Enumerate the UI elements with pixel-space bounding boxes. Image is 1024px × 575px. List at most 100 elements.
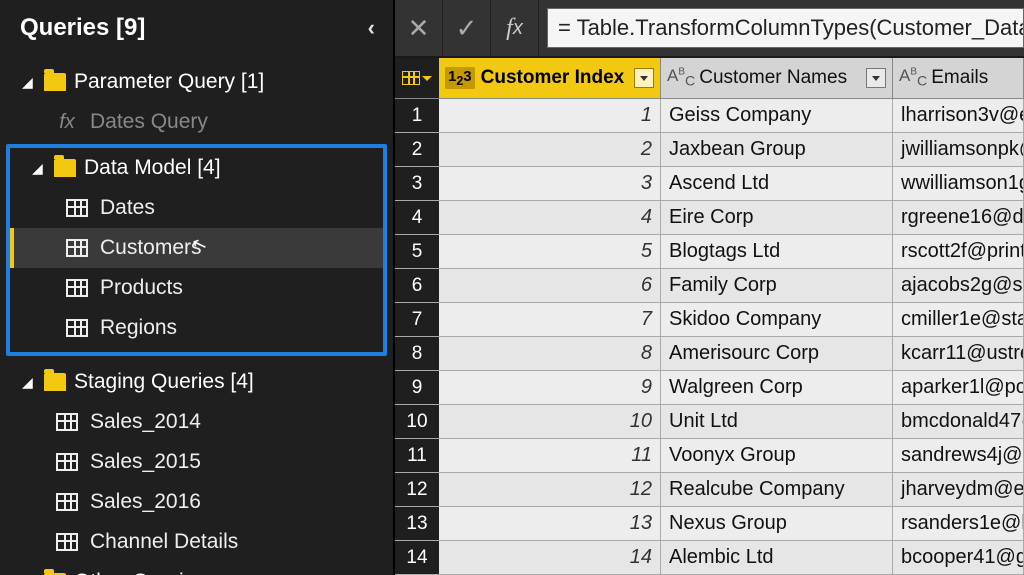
row-number[interactable]: 1 xyxy=(395,99,439,132)
cell-customer-index[interactable]: 4 xyxy=(439,201,661,234)
chevron-down-icon xyxy=(640,76,648,81)
cell-customer-name[interactable]: Family Corp xyxy=(661,269,893,302)
cell-email[interactable]: rscott2f@printf xyxy=(893,235,1024,268)
cell-customer-index[interactable]: 12 xyxy=(439,473,661,506)
row-number[interactable]: 3 xyxy=(395,167,439,200)
table-row[interactable]: 7 7 Skidoo Company cmiller1e@stat xyxy=(395,303,1024,337)
row-number[interactable]: 11 xyxy=(395,439,439,472)
query-item[interactable]: Products xyxy=(10,268,383,308)
table-row[interactable]: 3 3 Ascend Ltd wwilliamson1g@ xyxy=(395,167,1024,201)
table-row[interactable]: 6 6 Family Corp ajacobs2g@sea xyxy=(395,269,1024,303)
table-row[interactable]: 1 1 Geiss Company lharrison3v@ee xyxy=(395,99,1024,133)
query-item[interactable]: Regions xyxy=(10,308,383,348)
row-number[interactable]: 7 xyxy=(395,303,439,336)
cell-email[interactable]: jwilliamsonpk@ xyxy=(893,133,1024,166)
cell-customer-index[interactable]: 10 xyxy=(439,405,661,438)
table-icon xyxy=(66,199,88,217)
row-number[interactable]: 8 xyxy=(395,337,439,370)
cell-customer-name[interactable]: Nexus Group xyxy=(661,507,893,540)
cancel-formula-button[interactable]: ✕ xyxy=(395,0,443,56)
cell-email[interactable]: bmcdonald47@ xyxy=(893,405,1024,438)
query-item[interactable]: Sales_2014 xyxy=(0,402,393,442)
cell-customer-index[interactable]: 1 xyxy=(439,99,661,132)
column-label: Customer Index xyxy=(481,67,625,89)
cell-email[interactable]: ajacobs2g@sea xyxy=(893,269,1024,302)
cell-email[interactable]: jharveydm@ets xyxy=(893,473,1024,506)
cell-email[interactable]: kcarr11@ustrea xyxy=(893,337,1024,370)
cell-customer-name[interactable]: Jaxbean Group xyxy=(661,133,893,166)
table-row[interactable]: 10 10 Unit Ltd bmcdonald47@ xyxy=(395,405,1024,439)
table-select-button[interactable] xyxy=(395,58,439,98)
table-row[interactable]: 11 11 Voonyx Group sandrews4j@cis xyxy=(395,439,1024,473)
cell-customer-name[interactable]: Walgreen Corp xyxy=(661,371,893,404)
row-number[interactable]: 4 xyxy=(395,201,439,234)
cell-customer-name[interactable]: Unit Ltd xyxy=(661,405,893,438)
row-number[interactable]: 6 xyxy=(395,269,439,302)
cell-customer-index[interactable]: 11 xyxy=(439,439,661,472)
query-item[interactable]: Sales_2015 xyxy=(0,442,393,482)
cell-customer-index[interactable]: 13 xyxy=(439,507,661,540)
row-number[interactable]: 13 xyxy=(395,507,439,540)
fx-icon[interactable]: fx xyxy=(491,0,539,56)
cell-customer-name[interactable]: Alembic Ltd xyxy=(661,541,893,574)
query-item[interactable]: Sales_2016 xyxy=(0,482,393,522)
cell-customer-name[interactable]: Eire Corp xyxy=(661,201,893,234)
table-row[interactable]: 2 2 Jaxbean Group jwilliamsonpk@ xyxy=(395,133,1024,167)
column-label: Emails xyxy=(931,67,988,89)
cell-customer-index[interactable]: 9 xyxy=(439,371,661,404)
cell-email[interactable]: wwilliamson1g@ xyxy=(893,167,1024,200)
row-number[interactable]: 5 xyxy=(395,235,439,268)
cell-customer-index[interactable]: 14 xyxy=(439,541,661,574)
chevron-down-icon xyxy=(422,76,432,81)
table-row[interactable]: 8 8 Amerisourc Corp kcarr11@ustrea xyxy=(395,337,1024,371)
cell-customer-name[interactable]: Ascend Ltd xyxy=(661,167,893,200)
table-row[interactable]: 13 13 Nexus Group rsanders1e@lat xyxy=(395,507,1024,541)
column-filter-button[interactable] xyxy=(634,68,654,88)
query-item[interactable]: Dates xyxy=(10,188,383,228)
tree-group[interactable]: ◢ Parameter Query [1] xyxy=(0,62,393,102)
cell-customer-index[interactable]: 6 xyxy=(439,269,661,302)
formula-input[interactable]: = Table.TransformColumnTypes(Customer_Da… xyxy=(547,8,1024,48)
row-number[interactable]: 14 xyxy=(395,541,439,574)
query-item[interactable]: Customers↖ xyxy=(10,228,383,268)
tree-group[interactable]: ◢ Other Queries xyxy=(0,562,393,575)
cell-customer-index[interactable]: 7 xyxy=(439,303,661,336)
column-header-customer-names[interactable]: ABC Customer Names xyxy=(661,58,893,98)
table-row[interactable]: 5 5 Blogtags Ltd rscott2f@printf xyxy=(395,235,1024,269)
column-header-emails[interactable]: ABC Emails xyxy=(893,58,1024,98)
cell-email[interactable]: bcooper41@gu xyxy=(893,541,1024,574)
row-number[interactable]: 2 xyxy=(395,133,439,166)
cell-customer-name[interactable]: Realcube Company xyxy=(661,473,893,506)
query-item[interactable]: fxDates Query xyxy=(0,102,393,142)
cell-customer-index[interactable]: 3 xyxy=(439,167,661,200)
table-row[interactable]: 14 14 Alembic Ltd bcooper41@gu xyxy=(395,541,1024,575)
cell-customer-index[interactable]: 5 xyxy=(439,235,661,268)
tree-group[interactable]: ◢ Staging Queries [4] xyxy=(0,362,393,402)
column-filter-button[interactable] xyxy=(866,68,886,88)
cell-customer-name[interactable]: Skidoo Company xyxy=(661,303,893,336)
table-row[interactable]: 9 9 Walgreen Corp aparker1l@pcw xyxy=(395,371,1024,405)
cell-email[interactable]: sandrews4j@cis xyxy=(893,439,1024,472)
tree-group[interactable]: ◢ Data Model [4] xyxy=(10,148,383,188)
collapse-sidebar-icon[interactable]: ‹ xyxy=(368,15,375,41)
cell-customer-index[interactable]: 8 xyxy=(439,337,661,370)
cell-customer-name[interactable]: Blogtags Ltd xyxy=(661,235,893,268)
row-number[interactable]: 12 xyxy=(395,473,439,506)
cell-customer-index[interactable]: 2 xyxy=(439,133,661,166)
query-item[interactable]: Channel Details xyxy=(0,522,393,562)
cell-customer-name[interactable]: Amerisourc Corp xyxy=(661,337,893,370)
table-row[interactable]: 12 12 Realcube Company jharveydm@ets xyxy=(395,473,1024,507)
cell-email[interactable]: lharrison3v@ee xyxy=(893,99,1024,132)
row-number[interactable]: 9 xyxy=(395,371,439,404)
column-header-customer-index[interactable]: 123 Customer Index xyxy=(439,58,661,98)
cell-email[interactable]: cmiller1e@stat xyxy=(893,303,1024,336)
table-row[interactable]: 4 4 Eire Corp rgreene16@dev xyxy=(395,201,1024,235)
cell-customer-name[interactable]: Voonyx Group xyxy=(661,439,893,472)
cell-email[interactable]: aparker1l@pcw xyxy=(893,371,1024,404)
commit-formula-button[interactable]: ✓ xyxy=(443,0,491,56)
cell-email[interactable]: rsanders1e@lat xyxy=(893,507,1024,540)
cell-email[interactable]: rgreene16@dev xyxy=(893,201,1024,234)
table-icon xyxy=(66,319,88,337)
cell-customer-name[interactable]: Geiss Company xyxy=(661,99,893,132)
row-number[interactable]: 10 xyxy=(395,405,439,438)
